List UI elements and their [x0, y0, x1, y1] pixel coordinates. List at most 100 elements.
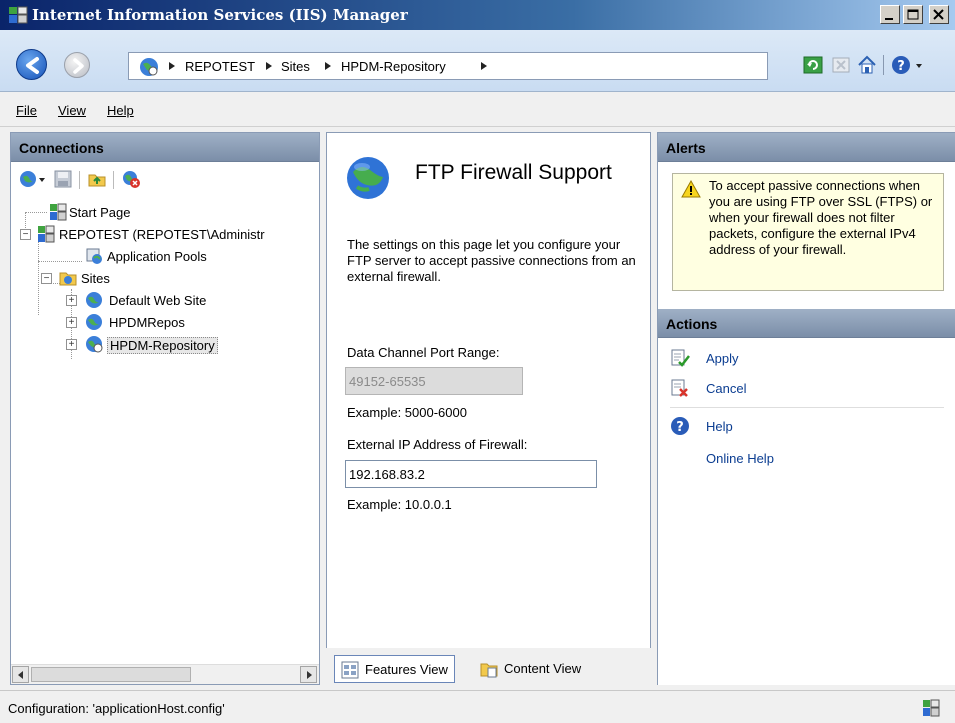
connect-dropdown-icon[interactable] — [37, 169, 47, 189]
navigation-bar: REPOTEST Sites HPDM-Repository ? — [0, 30, 955, 92]
tab-content-view[interactable]: Content View — [474, 655, 587, 683]
expand-icon[interactable]: + — [66, 317, 77, 328]
iis-manager-window: Internet Information Services (IIS) Mana… — [0, 0, 955, 723]
breadcrumb-site[interactable]: HPDM-Repository — [341, 59, 446, 74]
feature-panel: FTP Firewall Support The settings on thi… — [326, 132, 651, 685]
apply-action[interactable]: Apply — [670, 347, 870, 369]
server-status-icon — [923, 699, 940, 717]
status-text: Configuration: 'applicationHost.config' — [8, 701, 225, 716]
menu-help[interactable]: Help — [107, 103, 134, 118]
port-range-label: Data Channel Port Range: — [347, 345, 500, 360]
tree-label: HPDM-Repository — [107, 337, 218, 354]
connections-toolbar — [11, 163, 319, 195]
actions-header: Actions — [658, 309, 955, 338]
online-help-label: Online Help — [706, 451, 774, 466]
external-ip-label: External IP Address of Firewall: — [347, 437, 528, 452]
help-label: Help — [706, 419, 733, 434]
alerts-actions-panel: Alerts To accept passive connections whe… — [657, 132, 955, 685]
toolbar-separator — [883, 55, 884, 75]
expand-icon[interactable]: + — [66, 295, 77, 306]
close-icon — [933, 9, 944, 20]
menu-view-label: View — [58, 103, 86, 118]
refresh-icon[interactable] — [802, 54, 824, 76]
title-bar: Internet Information Services (IIS) Mana… — [0, 0, 955, 30]
menu-file[interactable]: File — [16, 103, 37, 118]
feature-description: The settings on this page let you config… — [347, 237, 636, 284]
maximize-button[interactable] — [903, 5, 923, 24]
apply-label: Apply — [706, 351, 739, 366]
tree-label: Application Pools — [107, 249, 207, 264]
website-globe-icon — [86, 336, 103, 353]
online-help-action[interactable]: Online Help — [670, 447, 870, 469]
help-action[interactable]: ? Help — [670, 415, 870, 437]
scroll-thumb[interactable] — [31, 667, 191, 682]
connect-globe-icon[interactable] — [19, 169, 39, 189]
external-ip-example: Example: 10.0.0.1 — [347, 497, 452, 512]
view-tabs: Features View Content View — [326, 648, 651, 685]
scroll-left-icon — [18, 671, 23, 679]
cancel-label: Cancel — [706, 381, 747, 396]
tree-label: Default Web Site — [109, 293, 207, 308]
scroll-right-icon — [307, 671, 312, 679]
tree-item-site[interactable]: + HPDMRepos — [11, 311, 311, 333]
actions-separator — [670, 407, 944, 408]
external-ip-input[interactable]: 192.168.83.2 — [345, 460, 597, 488]
start-page-icon — [50, 203, 67, 221]
breadcrumb[interactable]: REPOTEST Sites HPDM-Repository — [128, 52, 768, 80]
scroll-right-button[interactable] — [300, 666, 317, 683]
alert-box: To accept passive connections when you a… — [672, 173, 944, 291]
connections-tree: Start Page − REPOTEST (REPOTEST\Administ… — [11, 197, 319, 647]
tab-label: Content View — [504, 661, 582, 676]
help-icon[interactable]: ? — [890, 54, 912, 76]
tree-item-server[interactable]: − REPOTEST (REPOTEST\Administr — [11, 223, 319, 245]
collapse-icon[interactable]: − — [41, 273, 52, 284]
tree-label: REPOTEST (REPOTEST\Administr — [59, 227, 265, 242]
horizontal-scrollbar[interactable] — [11, 664, 319, 684]
port-range-input: 49152-65535 — [345, 367, 523, 395]
window-title: Internet Information Services (IIS) Mana… — [32, 6, 408, 24]
breadcrumb-separator-icon — [266, 62, 272, 70]
menu-file-label: File — [16, 103, 37, 118]
breadcrumb-separator-icon — [325, 62, 331, 70]
close-button[interactable] — [929, 5, 949, 24]
stop-icon[interactable] — [830, 54, 852, 76]
server-icon — [38, 225, 55, 243]
forward-button[interactable] — [64, 52, 90, 78]
apply-icon — [671, 349, 690, 367]
breadcrumb-sites[interactable]: Sites — [281, 59, 310, 74]
home-icon[interactable] — [856, 54, 878, 76]
page-title: FTP Firewall Support — [415, 161, 612, 184]
save-icon[interactable] — [53, 169, 73, 189]
tree-item-app-pools[interactable]: Application Pools — [11, 245, 311, 267]
up-folder-icon[interactable] — [87, 169, 107, 189]
menu-view[interactable]: View — [58, 103, 86, 118]
tree-item-site-selected[interactable]: + HPDM-Repository — [11, 333, 311, 355]
application-pools-icon — [86, 248, 102, 264]
tree-label: HPDMRepos — [109, 315, 185, 330]
warning-icon — [681, 180, 701, 198]
server-globe-icon — [140, 58, 158, 76]
expand-icon[interactable]: + — [66, 339, 77, 350]
svg-text:?: ? — [676, 420, 684, 435]
minimize-button[interactable] — [880, 5, 900, 24]
tree-label: Sites — [81, 271, 110, 286]
alert-message: To accept passive connections when you a… — [709, 178, 933, 257]
cancel-action[interactable]: Cancel — [670, 377, 870, 399]
disconnect-icon[interactable] — [121, 169, 141, 189]
breadcrumb-server[interactable]: REPOTEST — [185, 59, 255, 74]
actions-section: Actions — [658, 309, 955, 338]
back-button[interactable] — [16, 49, 47, 80]
tree-item-site[interactable]: + Default Web Site — [11, 289, 311, 311]
breadcrumb-separator-icon — [169, 62, 175, 70]
tab-features-view[interactable]: Features View — [334, 655, 455, 683]
scroll-left-button[interactable] — [12, 666, 29, 683]
maximize-icon — [907, 9, 919, 20]
tree-item-start-page[interactable]: Start Page — [11, 201, 311, 223]
collapse-icon[interactable]: − — [20, 229, 31, 240]
iis-app-icon — [9, 6, 28, 24]
help-dropdown-icon[interactable] — [914, 54, 924, 76]
tree-item-sites[interactable]: − Sites — [11, 267, 311, 289]
tab-label: Features View — [365, 662, 448, 677]
content-view-icon — [480, 663, 498, 678]
svg-text:?: ? — [897, 59, 905, 74]
